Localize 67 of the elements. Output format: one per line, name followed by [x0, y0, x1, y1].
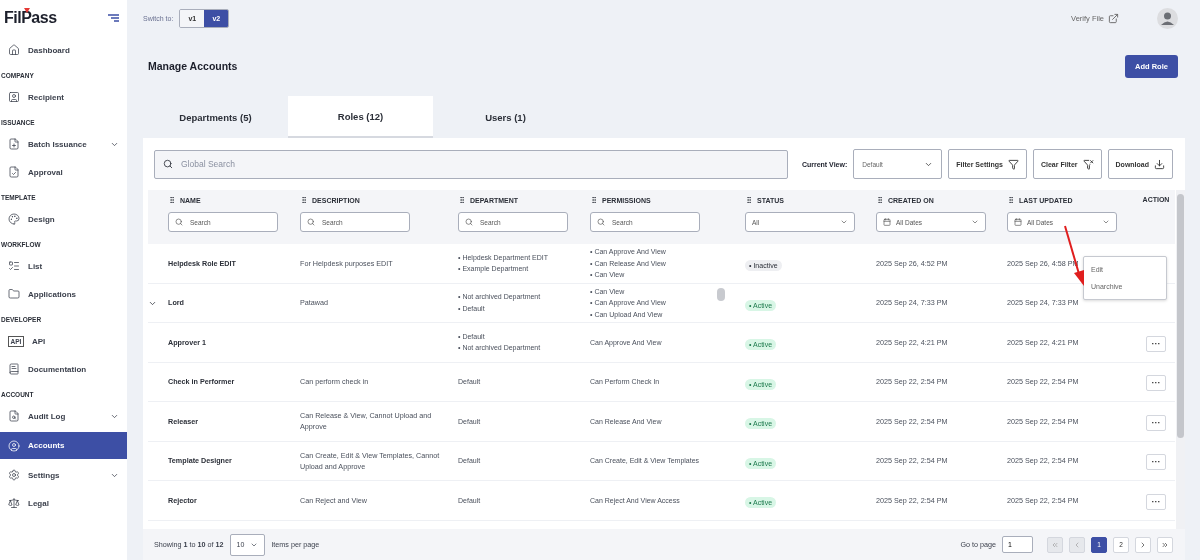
- global-search-input[interactable]: Global Search: [179, 158, 779, 170]
- external-link-icon: [1108, 12, 1119, 24]
- nav-icon: [8, 439, 20, 452]
- search-icon: [307, 218, 315, 226]
- search-icon: [597, 218, 605, 226]
- row-actions-button[interactable]: ···: [1146, 335, 1166, 352]
- drag-handle-icon[interactable]: [745, 196, 753, 204]
- nav-icon: [8, 469, 20, 481]
- nav-icon: [8, 410, 20, 422]
- funnel-icon: [1007, 158, 1019, 170]
- nav-icon: [8, 363, 20, 375]
- chevron-icon: [971, 218, 979, 226]
- chevron-icon: [1073, 540, 1081, 549]
- search-icon: [163, 159, 173, 169]
- row-actions-button[interactable]: ···: [1146, 493, 1166, 510]
- search-icon: [465, 218, 473, 226]
- double-chevron-icon: [1161, 540, 1169, 549]
- last-page-button[interactable]: [1157, 536, 1173, 553]
- sidebar-item[interactable]: Applications: [0, 282, 127, 306]
- tab[interactable]: Users (1): [433, 96, 578, 138]
- sidebar-item[interactable]: Recipient: [0, 85, 127, 109]
- tab[interactable]: Roles (12): [288, 96, 433, 138]
- sidebar-item[interactable]: Accounts: [0, 432, 127, 459]
- page-title: Manage Accounts: [148, 60, 238, 72]
- row-actions-button[interactable]: ···: [1146, 375, 1166, 392]
- double-chevron-icon: [1051, 540, 1059, 549]
- sidebar-item[interactable]: Audit Log: [0, 404, 127, 428]
- chevron-icon: [1102, 218, 1110, 226]
- row-actions-button[interactable]: ···: [1146, 414, 1166, 431]
- nav-icon: [8, 166, 20, 178]
- nav-icon: [8, 288, 20, 300]
- drag-handle-icon[interactable]: [590, 196, 598, 204]
- scroll-thumb[interactable]: [717, 287, 725, 301]
- sidebar-item[interactable]: Dashboard: [0, 38, 127, 62]
- drag-handle-icon[interactable]: [168, 196, 176, 204]
- nav-icon: [8, 260, 20, 272]
- sidebar-item[interactable]: Batch Issuance: [0, 132, 127, 156]
- row-actions-button[interactable]: ···: [1146, 454, 1166, 471]
- funnel-icon: [1082, 158, 1094, 170]
- sidebar-item[interactable]: Design: [0, 207, 127, 231]
- nav-icon: [8, 91, 20, 103]
- nav-icon: [8, 497, 20, 509]
- drag-handle-icon[interactable]: [876, 196, 884, 204]
- sidebar-item[interactable]: Settings: [0, 463, 127, 487]
- drag-handle-icon[interactable]: [458, 196, 466, 204]
- menu-icon[interactable]: [108, 14, 119, 22]
- nav-icon: [8, 138, 20, 150]
- drag-handle-icon[interactable]: [1007, 196, 1015, 204]
- global-search-field[interactable]: Global Search: [154, 149, 788, 179]
- calendar-icon: [883, 218, 891, 226]
- chevron-icon: [840, 218, 848, 226]
- search-icon: [175, 218, 183, 226]
- sidebar-item[interactable]: List: [0, 254, 127, 278]
- download-icon: [1154, 158, 1165, 170]
- sidebar-item[interactable]: Legal: [0, 491, 127, 515]
- chevron-icon: [1139, 540, 1147, 549]
- drag-handle-icon[interactable]: [300, 196, 308, 204]
- sidebar-item[interactable]: Documentation: [0, 357, 127, 381]
- calendar-icon: [1014, 218, 1022, 226]
- scrollbar[interactable]: [1176, 190, 1185, 529]
- nav-icon: [8, 44, 20, 56]
- arrow-annotation: [1064, 225, 1086, 287]
- logo: FilPass: [4, 9, 57, 27]
- sidebar-item[interactable]: Approval: [0, 160, 127, 184]
- nav-icon: [8, 213, 20, 225]
- tab[interactable]: Departments (5): [143, 96, 288, 138]
- avatar-icon[interactable]: [1157, 7, 1178, 29]
